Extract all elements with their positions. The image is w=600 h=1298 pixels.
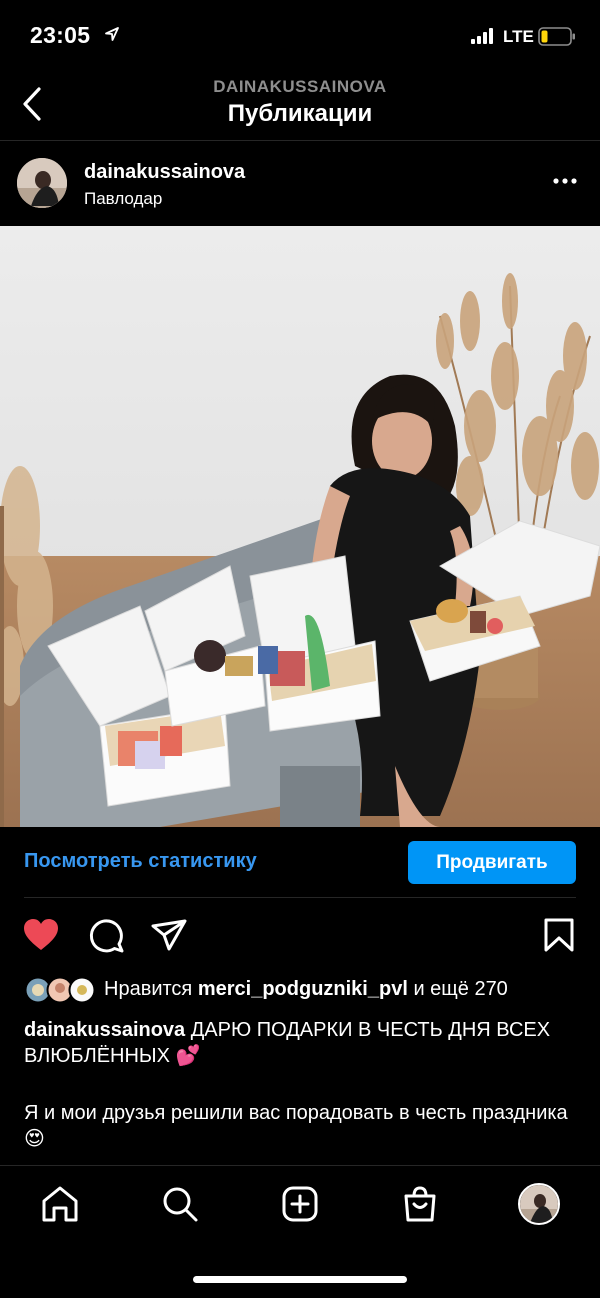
likes-more[interactable]: и ещё 270 [413,978,507,1000]
share-icon[interactable] [150,916,188,954]
view-insights-link[interactable]: Посмотреть статистику [24,850,257,873]
caption-line-2: Я и мои друзья решили вас порадовать в ч… [24,1102,568,1150]
tabbar-divider [0,1165,600,1166]
header-divider [0,140,600,141]
post-caption: dainakussainova ДАРЮ ПОДАРКИ В ЧЕСТЬ ДНЯ… [24,1017,574,1069]
search-icon[interactable] [160,1184,200,1224]
more-icon[interactable] [552,176,578,186]
create-icon[interactable] [280,1184,320,1224]
caption-author[interactable]: dainakussainova [24,1019,185,1041]
location-arrow-icon [105,27,119,41]
author-username[interactable]: dainakussainova [84,161,245,184]
comment-icon[interactable] [87,916,125,954]
home-indicator [193,1276,407,1283]
bookmark-icon[interactable] [540,916,578,954]
stats-divider [24,897,576,898]
header-account: DAINAKUSSAINOVA [213,77,387,96]
likes-summary[interactable]: Нравится merci_podguzniki_pvl и ещё 270 [104,978,508,1001]
liked-by-avatars[interactable] [24,976,96,1004]
shop-icon[interactable] [400,1184,440,1224]
author-location[interactable]: Павлодар [84,189,162,209]
status-time: 23:05 [30,22,91,48]
signal-icon [471,28,493,44]
battery-icon [538,27,575,46]
network-type: LTE [503,27,534,46]
post-photo[interactable] [0,226,600,827]
likes-user[interactable]: merci_podguzniki_pvl [198,978,408,1000]
promote-button[interactable]: Продвигать [408,841,576,884]
heart-icon[interactable] [22,916,60,954]
home-icon[interactable] [40,1184,80,1224]
page-title: Публикации [227,100,373,127]
author-avatar[interactable] [17,158,67,208]
profile-avatar-tab[interactable] [518,1183,560,1225]
likes-prefix: Нравится [104,978,193,1000]
